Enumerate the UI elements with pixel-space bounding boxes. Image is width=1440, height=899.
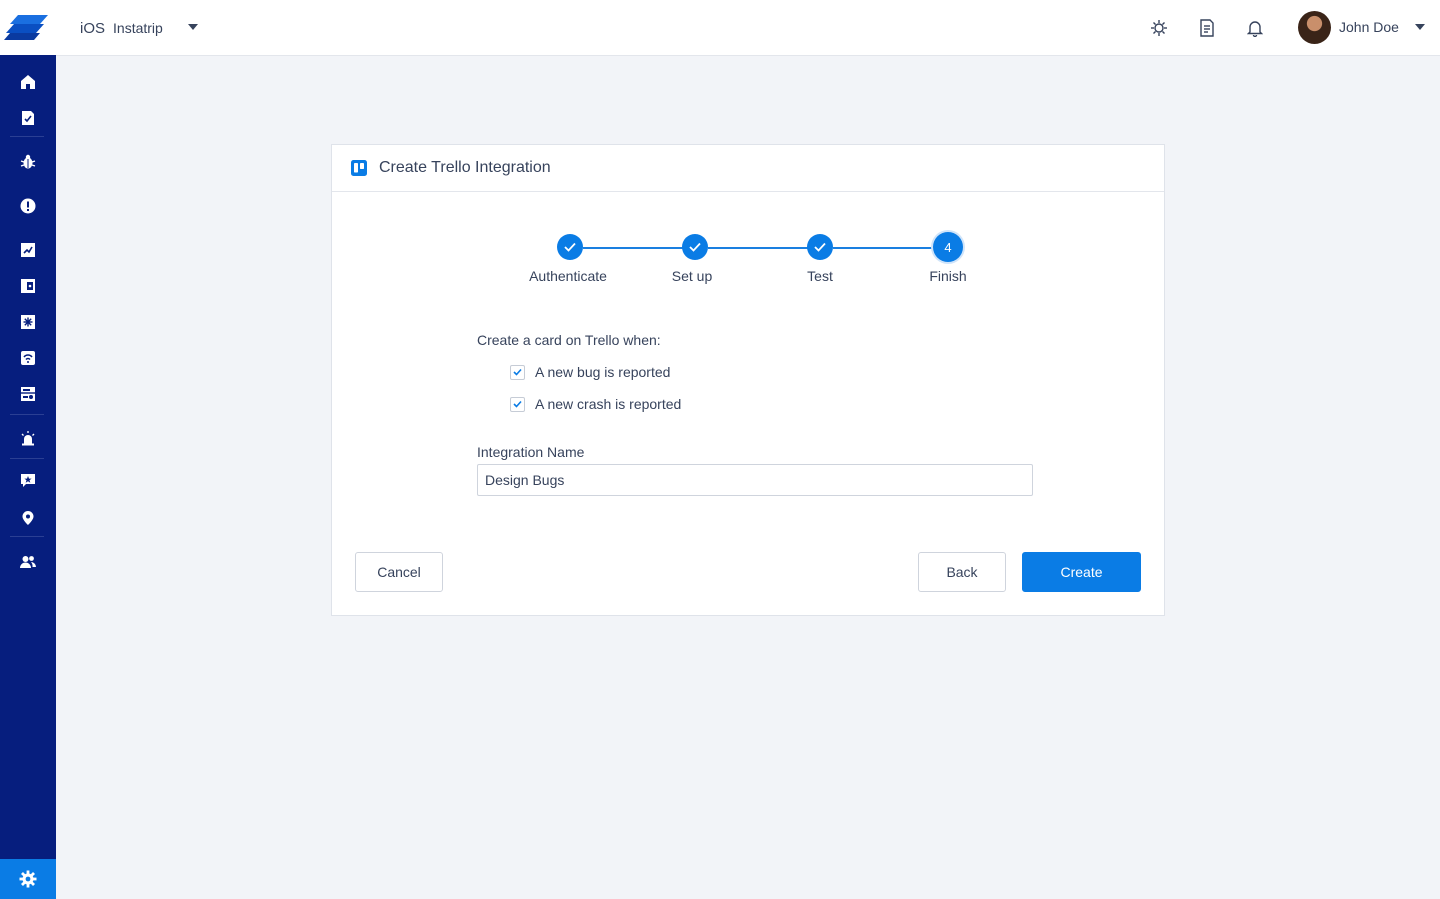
- step-label-set-up: Set up: [671, 268, 713, 284]
- app-switcher[interactable]: iOS Instatrip: [80, 18, 163, 38]
- cancel-button[interactable]: Cancel: [355, 552, 443, 592]
- settings-gear-icon[interactable]: [0, 859, 56, 899]
- sidebar: [0, 55, 56, 899]
- alerts-icon[interactable]: [14, 424, 42, 452]
- new-crash-label: A new crash is reported: [535, 396, 682, 412]
- trello-icon: [351, 160, 367, 176]
- app-ratings-icon[interactable]: [14, 272, 42, 300]
- trigger-heading: Create a card on Trello when:: [477, 332, 661, 348]
- step-connector: [833, 247, 933, 249]
- trigger-new-crash-option[interactable]: A new crash is reported: [510, 396, 681, 412]
- app-name-label: Instatrip: [113, 20, 163, 36]
- app-platform-label: iOS: [80, 19, 106, 37]
- new-crash-checkbox[interactable]: [510, 396, 525, 412]
- crashes-icon[interactable]: [14, 192, 42, 220]
- user-name[interactable]: John Doe: [1339, 19, 1399, 35]
- user-menu-caret-icon[interactable]: [1415, 24, 1425, 30]
- surveys-icon[interactable]: [14, 236, 42, 264]
- create-integration-dialog: Create Trello Integration 4 Authenticate…: [331, 144, 1165, 616]
- in-app-chat-icon[interactable]: [14, 380, 42, 408]
- dialog-title: Create Trello Integration: [379, 159, 551, 176]
- debug-icon[interactable]: [1148, 17, 1170, 39]
- sidebar-divider: [10, 458, 44, 459]
- top-bar: iOS Instatrip John Doe: [0, 0, 1440, 56]
- back-button[interactable]: Back: [918, 552, 1006, 592]
- app-switcher-caret-icon[interactable]: [188, 24, 198, 30]
- location-icon[interactable]: [14, 504, 42, 532]
- new-bug-label: A new bug is reported: [535, 364, 671, 380]
- instabug-logo[interactable]: [0, 0, 56, 55]
- step-label-authenticate: Authenticate: [529, 268, 607, 284]
- step-1-complete-check-icon: [557, 234, 583, 260]
- step-connector: [708, 247, 808, 249]
- step-2-complete-check-icon: [682, 234, 708, 260]
- trigger-new-bug-option[interactable]: A new bug is reported: [510, 364, 670, 380]
- step-label-finish: Finish: [929, 268, 967, 284]
- step-4-current: 4: [933, 232, 963, 262]
- docs-icon[interactable]: [1196, 17, 1218, 39]
- feature-requests-icon[interactable]: [14, 308, 42, 336]
- release-notes-icon[interactable]: [14, 104, 42, 132]
- step-connector: [583, 247, 683, 249]
- integration-name-input[interactable]: [477, 464, 1033, 496]
- sidebar-divider: [10, 414, 44, 415]
- step-3-complete-check-icon: [807, 234, 833, 260]
- notifications-bell-icon[interactable]: [1244, 17, 1266, 39]
- sidebar-divider: [10, 536, 44, 537]
- integration-name-label: Integration Name: [477, 444, 585, 460]
- dialog-header: Create Trello Integration: [332, 145, 1164, 192]
- home-icon[interactable]: [14, 68, 42, 96]
- announcements-icon[interactable]: [14, 344, 42, 372]
- team-icon[interactable]: [14, 548, 42, 576]
- reviews-icon[interactable]: [14, 467, 42, 495]
- user-avatar[interactable]: [1298, 11, 1331, 44]
- sidebar-divider: [10, 136, 44, 137]
- create-button[interactable]: Create: [1022, 552, 1141, 592]
- step-label-test: Test: [807, 268, 833, 284]
- new-bug-checkbox[interactable]: [510, 364, 525, 380]
- bugs-icon[interactable]: [14, 148, 42, 176]
